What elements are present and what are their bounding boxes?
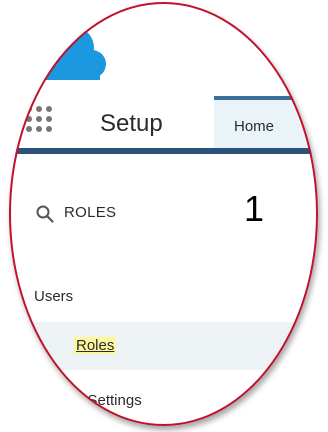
magnified-view: Setup Home ROLES 1 Users Roles re Settin… [0,0,328,432]
app-title: Setup [100,110,163,137]
tab-home[interactable]: Home [214,96,318,148]
search-icon [36,205,54,223]
quick-find-area [9,176,318,254]
nav-item-roles[interactable]: Roles [74,337,117,354]
quick-find-input[interactable]: ROLES [64,204,116,221]
salesforce-cloud-logo [32,26,106,80]
nav-item-settings[interactable]: re Settings [70,392,142,409]
nav-item-users[interactable]: Users [34,288,73,305]
app-launcher-grid-icon[interactable] [26,106,62,138]
magnifier-lens: Setup Home ROLES 1 Users Roles re Settin… [9,2,318,426]
tab-home-label: Home [234,118,275,135]
header-accent-bar [9,148,318,154]
step-number-annotation: 1 [244,188,265,229]
nav-roles-row [9,322,318,370]
